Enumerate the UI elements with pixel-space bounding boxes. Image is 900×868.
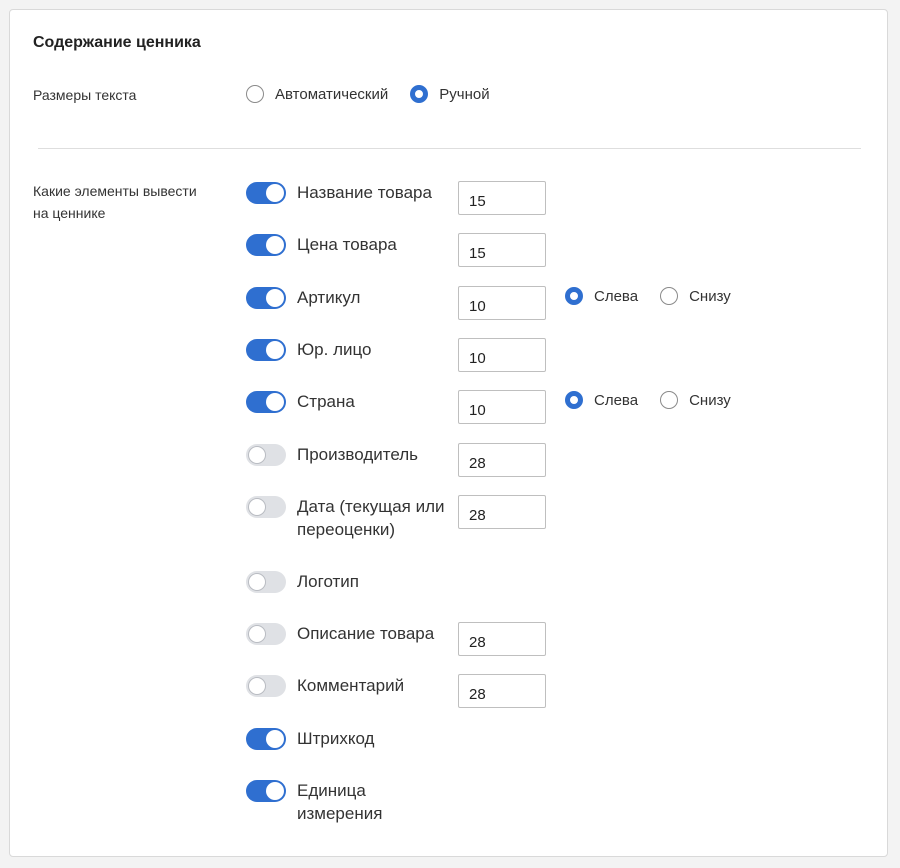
section-title: Содержание ценника [33,34,201,51]
date-label: Дата (текущая или переоценки) [297,497,445,539]
description-toggle[interactable] [246,623,286,645]
sku-position-bottom-label: Снизу [689,287,731,305]
manufacturer-size-input[interactable] [458,443,546,477]
product-name-label: Название товара [297,183,432,202]
toggle-knob [248,446,266,464]
sku-position-bottom-radio[interactable]: Снизу [660,287,731,305]
text-size-radio-group: Автоматический Ручной [246,85,490,103]
sku-position-left-radio[interactable]: Слева [565,287,638,305]
elements-label: Какие элементы вывести на ценнике [33,180,197,224]
country-toggle[interactable] [246,391,286,413]
date-size-input[interactable] [458,495,546,529]
legal-entity-toggle[interactable] [246,339,286,361]
country-size-input[interactable] [458,390,546,424]
barcode-label: Штрихкод [297,729,375,748]
sku-position-left-label: Слева [594,287,639,305]
toggle-knob [266,341,284,359]
price-tag-content-card: Содержание ценника Размеры текста Автома… [9,9,888,857]
elements-label-line2: на ценнике [33,205,106,221]
toggle-knob [248,498,266,516]
country-position-left-label: Слева [594,391,639,409]
radio-circle-icon [565,391,583,409]
radio-circle-icon [246,85,264,103]
text-size-label: Размеры текста [33,87,137,103]
description-size-input[interactable] [458,622,546,656]
toggle-knob [266,782,284,800]
text-size-manual-label: Ручной [439,85,490,103]
toggle-knob [248,625,266,643]
toggle-knob [266,184,284,202]
legal-entity-label: Юр. лицо [297,340,372,359]
date-toggle[interactable] [246,496,286,518]
unit-label: Единица измерения [297,781,383,823]
description-label: Описание товара [297,624,435,643]
logo-label: Логотип [297,572,360,591]
toggle-knob [248,573,266,591]
toggle-knob [248,677,266,695]
logo-toggle[interactable] [246,571,286,593]
toggle-knob [266,289,284,307]
barcode-toggle[interactable] [246,728,286,750]
text-size-manual-radio[interactable]: Ручной [410,85,490,103]
toggle-knob [266,236,284,254]
country-label: Страна [297,392,355,411]
toggle-knob [266,393,284,411]
comment-size-input[interactable] [458,674,546,708]
comment-toggle[interactable] [246,675,286,697]
price-label: Цена товара [297,235,397,254]
price-size-input[interactable] [458,233,546,267]
radio-circle-icon [660,287,679,305]
manufacturer-toggle[interactable] [246,444,286,466]
country-position-bottom-radio[interactable]: Снизу [660,391,731,409]
toggle-knob [266,730,284,748]
radio-circle-icon [410,85,429,103]
manufacturer-label: Производитель [297,445,419,464]
country-position-radio-group: Слева Снизу [565,391,731,409]
sku-label: Артикул [297,288,361,307]
text-size-auto-radio[interactable]: Автоматический [246,85,388,103]
section-divider [38,148,861,149]
price-toggle[interactable] [246,234,286,256]
unit-toggle[interactable] [246,780,286,802]
sku-size-input[interactable] [458,286,546,320]
sku-position-radio-group: Слева Снизу [565,287,731,305]
radio-circle-icon [565,287,583,305]
product-name-size-input[interactable] [458,181,546,215]
radio-circle-icon [660,391,679,409]
comment-label: Комментарий [297,676,405,695]
country-position-left-radio[interactable]: Слева [565,391,638,409]
product-name-toggle[interactable] [246,182,286,204]
elements-label-line1: Какие элементы вывести [33,183,197,199]
text-size-auto-label: Автоматический [275,85,389,103]
sku-toggle[interactable] [246,287,286,309]
legal-entity-size-input[interactable] [458,338,546,372]
country-position-bottom-label: Снизу [689,391,731,409]
